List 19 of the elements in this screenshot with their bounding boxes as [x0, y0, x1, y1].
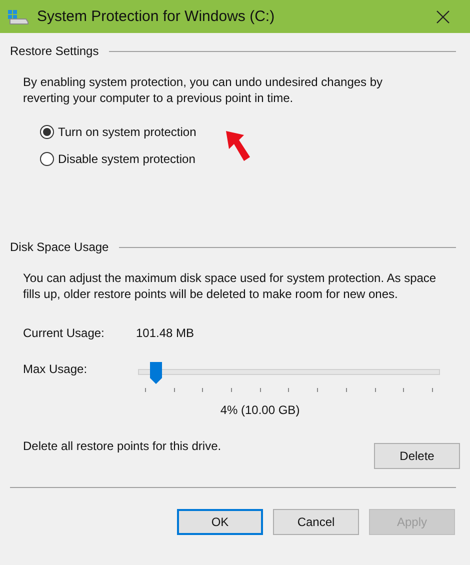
max-usage-reading: 4% (10.00 GB) [219, 403, 301, 417]
radio-button[interactable] [40, 152, 54, 166]
dialog-button[interactable]: Cancel [273, 509, 359, 535]
description-text: You can adjust the maximum disk space used for system protection. As space fills up, older restore points will be deleted to make room for new ones. [23, 270, 438, 302]
slider-thumb[interactable] [150, 362, 162, 384]
current-usage-value: 101.48 MB [136, 326, 194, 340]
current-usage-label: Current Usage: [23, 326, 106, 340]
close-icon[interactable] [436, 10, 450, 24]
delete-text: Delete all restore points for this drive. [23, 439, 222, 453]
description-text: By enabling system protection, you can undo undesired changes by reverting your computer to a previous point in time. [23, 74, 384, 106]
pointer-arrow [224, 129, 252, 163]
max-usage-label: Max Usage: [23, 362, 88, 376]
delete-button[interactable]: Delete [374, 443, 460, 469]
radio-button[interactable] [40, 125, 54, 139]
drive-icon [7, 8, 29, 24]
window-title: System Protection for Windows (C:) [37, 8, 276, 25]
dialog-button[interactable]: OK [177, 509, 263, 535]
group-heading: Disk Space Usage [10, 240, 109, 254]
group-heading: Restore Settings [10, 44, 99, 58]
